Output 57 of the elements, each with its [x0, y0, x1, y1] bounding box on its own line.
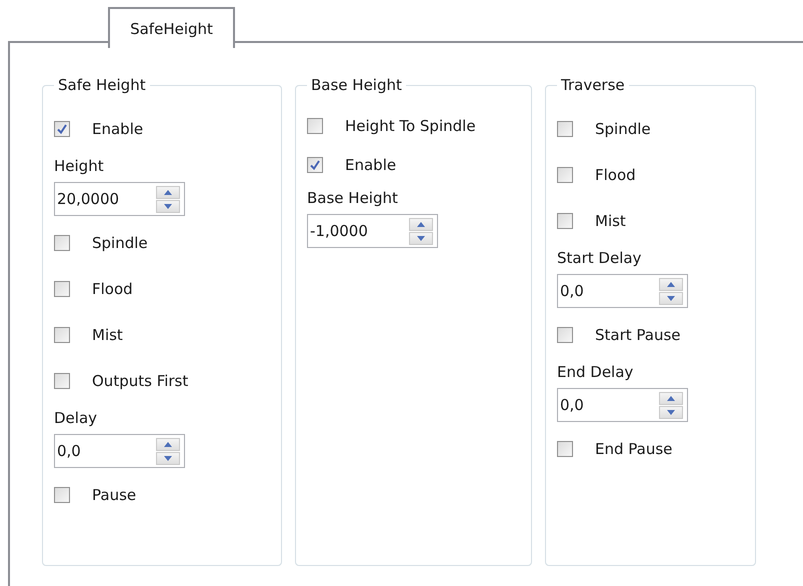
spin-down-button[interactable]	[659, 292, 683, 304]
checkbox[interactable]	[54, 235, 70, 251]
checkbox-label: Start Pause	[595, 326, 681, 344]
caret-down-icon	[667, 410, 675, 414]
field-label: Base Height	[307, 188, 399, 208]
caret-down-icon	[667, 296, 675, 300]
checkbox-label: Spindle	[595, 120, 651, 138]
checkbox-label: Height To Spindle	[345, 116, 476, 134]
checkbox-label: Mist	[92, 326, 123, 344]
checkbox-label: Mist	[595, 212, 626, 230]
checkbox[interactable]	[557, 441, 573, 457]
number-field[interactable]: -1,0000	[307, 214, 438, 248]
checkbox[interactable]	[557, 121, 573, 137]
spin-up-button[interactable]	[156, 438, 180, 450]
checkbox[interactable]	[54, 487, 70, 503]
caret-up-icon	[417, 222, 425, 226]
spin-up-button[interactable]	[659, 392, 683, 404]
spin-up-button[interactable]	[409, 218, 433, 230]
caret-down-icon	[417, 236, 425, 240]
checkbox[interactable]	[557, 327, 573, 343]
checkbox[interactable]	[54, 121, 70, 137]
checkbox[interactable]	[307, 156, 323, 172]
checkbox-label: Enable	[345, 156, 396, 174]
spin-up-button[interactable]	[156, 186, 180, 198]
caret-down-icon	[164, 456, 172, 460]
spin-down-button[interactable]	[659, 406, 683, 418]
spin-down-button[interactable]	[409, 232, 433, 244]
number-field[interactable]: 0,0	[54, 434, 185, 468]
spin-down-button[interactable]	[156, 452, 180, 464]
number-field[interactable]: 0,0	[557, 274, 688, 308]
checkbox-label: Outputs First	[92, 372, 188, 390]
checkbox[interactable]	[54, 373, 70, 389]
checkbox-label: Spindle	[92, 234, 148, 252]
field-label: Start Delay	[557, 248, 642, 268]
checkbox-label: Flood	[595, 166, 636, 184]
field-label: End Delay	[557, 362, 634, 382]
spin-down-button[interactable]	[156, 200, 180, 212]
caret-up-icon	[667, 282, 675, 286]
checkbox[interactable]	[307, 118, 323, 134]
number-field[interactable]: 0,0	[557, 388, 688, 422]
checkbox-label: End Pause	[595, 440, 672, 458]
caret-up-icon	[667, 396, 675, 400]
field-label: Delay	[54, 408, 98, 428]
checkbox[interactable]	[557, 213, 573, 229]
tab[interactable]: SafeHeight	[108, 7, 235, 48]
number-field[interactable]: 20,0000	[54, 182, 185, 216]
caret-up-icon	[164, 190, 172, 194]
checkbox-label: Enable	[92, 120, 144, 138]
spin-up-button[interactable]	[659, 278, 683, 290]
caret-down-icon	[164, 204, 172, 208]
checkbox[interactable]	[557, 167, 573, 183]
checkbox[interactable]	[54, 327, 70, 343]
caret-up-icon	[164, 442, 172, 446]
checkbox-label: Flood	[92, 280, 133, 298]
field-label: Height	[54, 156, 105, 176]
checkbox-label: Pause	[92, 486, 136, 504]
checkbox[interactable]	[54, 281, 70, 297]
